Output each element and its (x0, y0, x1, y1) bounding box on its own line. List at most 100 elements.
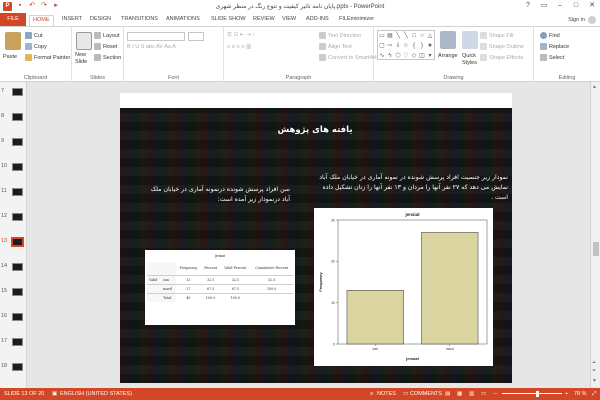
save-icon[interactable]: ▪ (16, 2, 24, 10)
shape-oval-icon[interactable]: ○ (418, 31, 426, 41)
shape-more-icon[interactable]: ▾ (426, 51, 434, 61)
slide-thumbnail[interactable]: 7 (0, 86, 27, 99)
shape-star-icon[interactable]: ☆ (402, 41, 410, 51)
slide-thumbnail[interactable]: 15 (0, 286, 27, 299)
slide-thumbnail[interactable]: 9 (0, 136, 27, 149)
cut-button[interactable]: Cut (25, 32, 43, 39)
slide-thumbnail[interactable]: 13 (0, 236, 27, 249)
zoom-slider[interactable] (502, 393, 562, 394)
shape-callout-icon[interactable]: ◫ (418, 51, 426, 61)
tab-review[interactable]: REVIEW (253, 15, 275, 26)
select-button[interactable]: Select (540, 54, 564, 61)
help-button[interactable]: ? (520, 0, 536, 12)
shape-line2-icon[interactable]: ╲ (402, 31, 410, 41)
prev-slide-icon[interactable]: ⏶ (592, 360, 596, 366)
new-slide-button-line2[interactable]: Slide (75, 59, 87, 65)
quick-styles-button-line2[interactable]: Styles (462, 60, 477, 66)
sign-in[interactable]: Sign in (568, 16, 596, 24)
tab-home[interactable]: HOME (29, 15, 54, 26)
shape-arrow-d-icon[interactable]: ⇩ (394, 41, 402, 51)
slide-sorter-icon[interactable]: ▦ (457, 388, 462, 400)
slideshow-view-icon[interactable]: ▭ (481, 388, 486, 400)
tab-file[interactable]: FILE (0, 13, 26, 26)
shape-rect-icon[interactable]: ▭ (378, 31, 386, 41)
new-slide-button[interactable]: New (75, 52, 86, 58)
tab-animations[interactable]: ANIMATIONS (166, 15, 200, 26)
shape-curve-icon[interactable]: ∿ (378, 51, 386, 61)
slide-thumbnail[interactable]: 18 (0, 361, 27, 374)
undo-icon[interactable]: ↶ (28, 2, 36, 10)
normal-view-icon[interactable]: ▤ (445, 388, 450, 400)
copy-button[interactable]: Copy (25, 43, 47, 50)
shape-diamond-icon[interactable]: ◇ (410, 51, 418, 61)
scroll-up-icon[interactable]: ▲ (592, 84, 597, 90)
tab-slide-show[interactable]: SLIDE SHOW (211, 15, 246, 26)
zoom-out-icon[interactable]: – (494, 388, 497, 400)
quick-styles-icon[interactable] (462, 31, 478, 49)
paragraph-align-buttons[interactable]: ≡ ≡ ≡ ≡ ▥ (227, 44, 251, 50)
next-slide-icon[interactable]: ⏷ (592, 368, 596, 374)
shape-fill-button[interactable]: Shape Fill (480, 32, 513, 39)
slide-thumbnail[interactable]: 10 (0, 161, 27, 174)
font-size-dropdown[interactable] (188, 32, 204, 41)
align-text-button[interactable]: Align Text (319, 43, 352, 50)
slide-thumbnail[interactable]: 17 (0, 336, 27, 349)
shape-textbox-icon[interactable]: ▤ (386, 31, 394, 41)
tab-transitions[interactable]: TRANSITIONS (121, 15, 158, 26)
tab-design[interactable]: DESIGN (90, 15, 111, 26)
shape-effects-button[interactable]: Shape Effects (480, 54, 523, 61)
layout-button[interactable]: Layout (94, 32, 120, 39)
shape-brace2-icon[interactable]: } (418, 41, 426, 51)
replace-button[interactable]: Replace (540, 43, 569, 50)
minimize-button[interactable]: – (552, 0, 568, 12)
slide-left-paragraph[interactable]: سن افراد پرسش شونده درنمونه آماری در خیا… (142, 185, 290, 205)
tab-fileminimizer[interactable]: FILEminimizer (339, 15, 374, 26)
start-slideshow-icon[interactable]: ▸ (52, 2, 60, 10)
frequency-table-image[interactable]: jensiat Frequency Percent Valid Percent … (145, 250, 295, 325)
text-direction-button[interactable]: Text Direction (319, 32, 361, 39)
ribbon-display-button[interactable]: ▭ (536, 0, 552, 12)
zoom-slider-thumb[interactable] (536, 391, 539, 397)
comments-button[interactable]: COMMENTS (410, 388, 442, 400)
zoom-in-icon[interactable]: + (565, 388, 568, 400)
slide-right-paragraph[interactable]: نمودار زیر جنسیت افراد پرسش شونده در نمو… (318, 173, 508, 203)
quick-styles-button[interactable]: Quick (462, 53, 476, 59)
section-button[interactable]: Section (94, 54, 121, 61)
slide-thumbnails-pane[interactable]: 7 8 9 10 11 12 13 14 15 16 17 18 (0, 82, 27, 388)
slide-thumbnail[interactable]: 11 (0, 186, 27, 199)
slide-thumbnail[interactable]: 14 (0, 261, 27, 274)
paste-icon[interactable] (5, 32, 21, 50)
notes-button[interactable]: NOTES (377, 388, 396, 400)
scroll-down-icon[interactable]: ▼ (592, 378, 597, 384)
font-format-buttons[interactable]: B I U S abc AV Aa A (127, 44, 176, 50)
tab-add-ins[interactable]: ADD-INS (306, 15, 329, 26)
shape-outline-button[interactable]: Shape Outline (480, 43, 524, 50)
maximize-button[interactable]: □ (568, 0, 584, 12)
slide-thumbnail[interactable]: 12 (0, 211, 27, 224)
tab-insert[interactable]: INSERT (62, 15, 82, 26)
slide-thumbnail[interactable]: 8 (0, 111, 27, 124)
slide-title[interactable]: یافته های پژوهش (240, 125, 390, 135)
arrange-icon[interactable] (440, 31, 456, 49)
zoom-level[interactable]: 78 % (574, 388, 587, 400)
shape-round-rect-icon[interactable]: ▢ (378, 41, 386, 51)
shapes-gallery[interactable]: ▭ ▤ ╲ ╲ □ ○ △ ▢ ⇨ ⇩ ☆{} ★ ∿ ϟ ⬡ ♡ ◇ ◫ ▾ (377, 30, 435, 60)
reset-button[interactable]: Reset (94, 43, 117, 50)
shape-brace-icon[interactable]: { (410, 41, 418, 51)
shape-tri-icon[interactable]: △ (426, 31, 434, 41)
shape-heart-icon[interactable]: ♡ (402, 51, 410, 61)
language-status[interactable]: ENGLISH (UNITED STATES) (60, 388, 132, 400)
tab-view[interactable]: VIEW (282, 15, 296, 26)
gender-bar-chart-image[interactable]: jensiat 0 10 20 30 Frequency zan mard jensiat (314, 208, 493, 366)
fit-slide-icon[interactable]: ⤢ (592, 388, 596, 400)
new-slide-icon[interactable] (76, 32, 92, 50)
shape-star2-icon[interactable]: ★ (426, 41, 434, 51)
vertical-scrollbar[interactable]: ▲ ⏶ ⏷ ▼ (590, 82, 600, 388)
close-button[interactable]: ✕ (584, 0, 600, 12)
arrange-button[interactable]: Arrange (438, 53, 458, 59)
convert-smartart-button[interactable]: Convert to SmartArt (319, 54, 377, 61)
scrollbar-thumb[interactable] (593, 242, 599, 256)
paragraph-list-buttons[interactable]: ☰ ☷ ⇤ ⇥ ↕ (227, 32, 255, 38)
paste-button[interactable]: Paste (3, 54, 17, 60)
reading-view-icon[interactable]: ▥ (469, 388, 474, 400)
